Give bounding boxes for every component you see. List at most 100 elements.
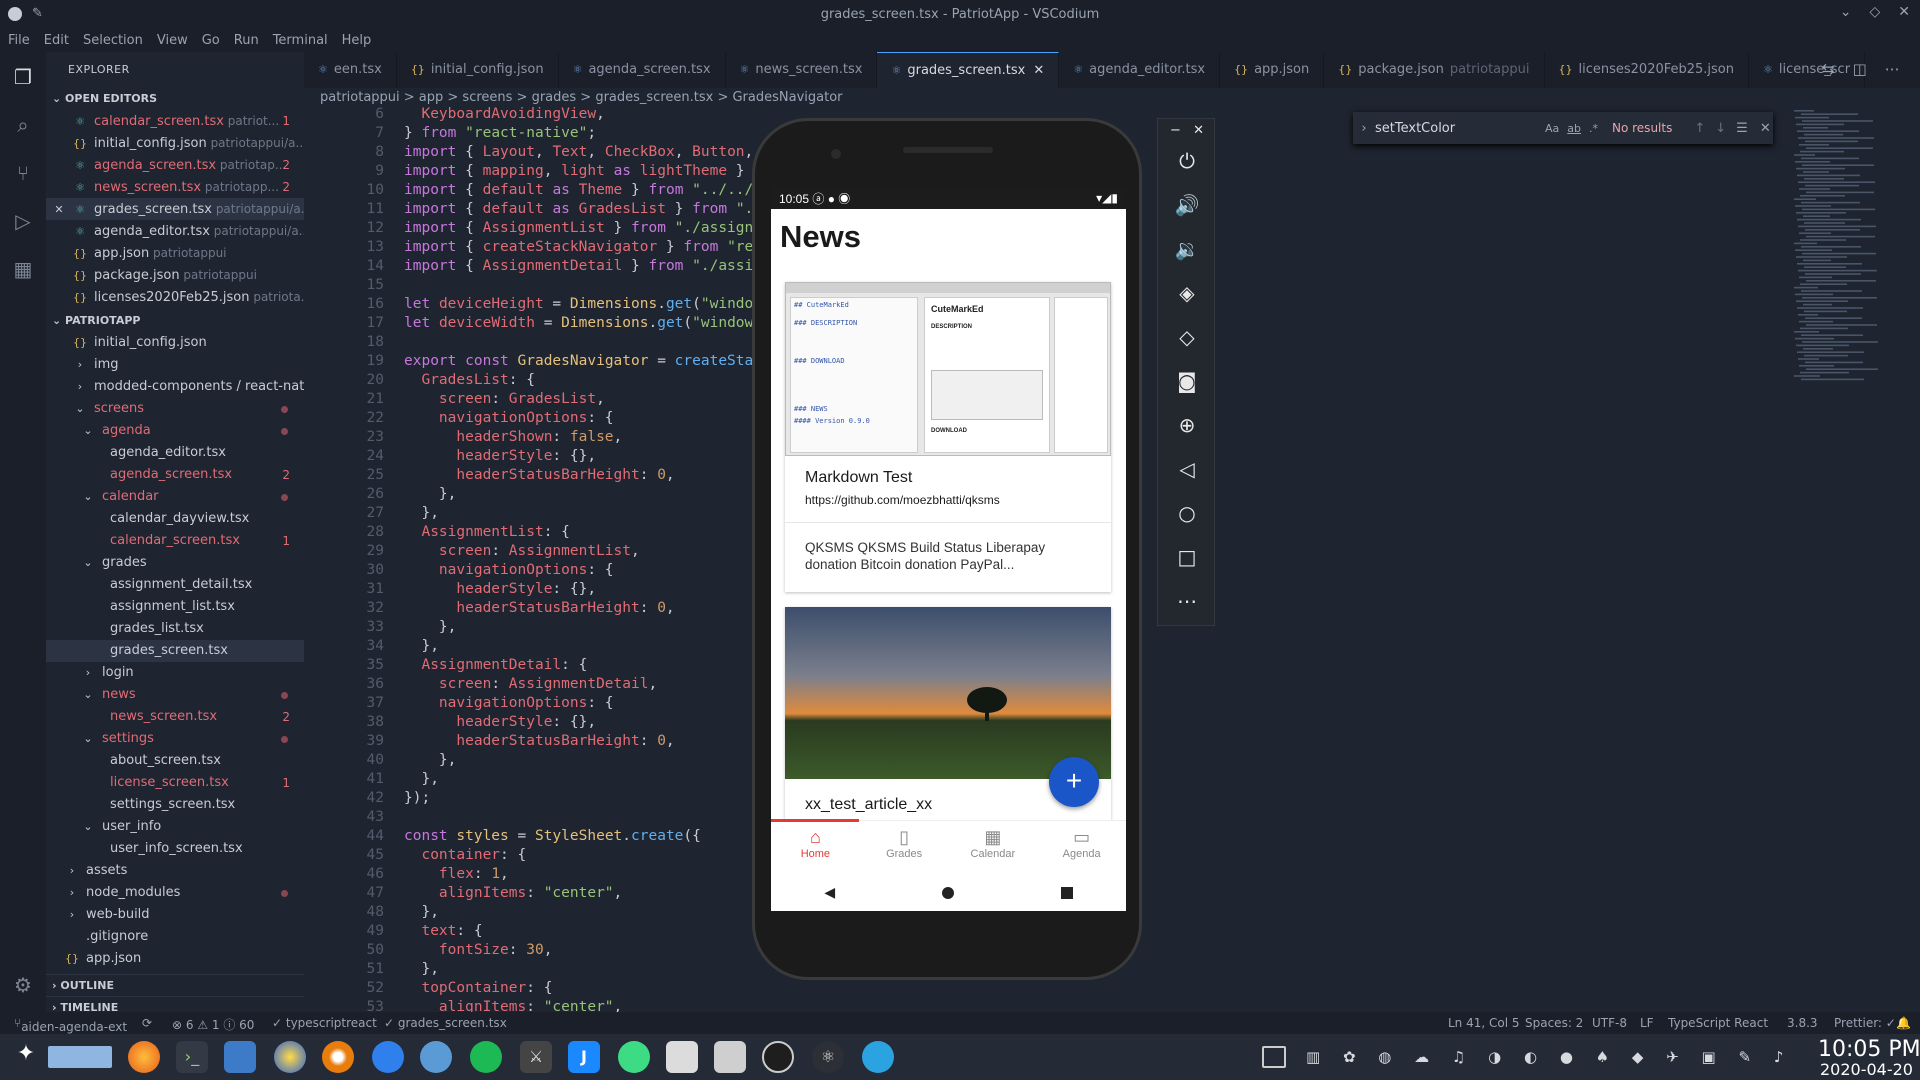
editor-tab[interactable]: ⚛ news_screen.tsx xyxy=(726,52,878,88)
previous-match-icon[interactable]: ↑ xyxy=(1694,121,1705,136)
emu-more-icon[interactable]: ⋯ xyxy=(1158,581,1216,621)
tree-folder[interactable]: › assets xyxy=(46,860,304,882)
rotate-left-icon[interactable]: ◈ xyxy=(1158,273,1216,313)
tree-folder[interactable]: › modded-components / react-nati... xyxy=(46,376,304,398)
code-line[interactable]: headerStyle: {}, xyxy=(404,581,596,597)
project-header[interactable]: ⌄ PATRIOTAPP xyxy=(46,310,304,332)
problems-status[interactable]: ⊗ 6 ⚠ 1 ⓘ 60 xyxy=(172,1016,254,1033)
close-tab-icon[interactable]: ✕ xyxy=(1033,63,1044,78)
obs-icon[interactable] xyxy=(762,1041,794,1073)
menu-edit[interactable]: Edit xyxy=(42,33,75,48)
open-editor-item[interactable]: {} licenses2020Feb25.json patriota... xyxy=(46,286,304,308)
davinci-icon[interactable] xyxy=(274,1041,306,1073)
close-icon[interactable]: ✕ xyxy=(1898,4,1910,20)
game-icon[interactable]: ⚔ xyxy=(520,1041,552,1073)
bottom-tab-agenda[interactable]: ▭ Agenda xyxy=(1042,827,1122,860)
code-line[interactable]: flex: 1, xyxy=(404,866,509,882)
menu-help[interactable]: Help xyxy=(340,33,378,48)
open-editor-item[interactable]: ⚛ agenda_editor.tsx patriotappui/a... xyxy=(46,220,304,242)
tree-file[interactable]: {} app.json xyxy=(46,948,304,970)
firefox-icon[interactable] xyxy=(128,1041,160,1073)
emu-back-icon[interactable]: ◁ xyxy=(1158,449,1216,489)
eol-status[interactable]: LF xyxy=(1640,1016,1654,1030)
code-line[interactable]: navigationOptions: { xyxy=(404,410,614,426)
menu-run[interactable]: Run xyxy=(232,33,265,48)
code-line[interactable]: headerStatusBarHeight: 0, xyxy=(404,600,674,616)
zoom-icon[interactable]: ⊕ xyxy=(1158,405,1216,445)
card-url[interactable]: https://github.com/moezbhatti/qksms xyxy=(805,493,1000,507)
language-status[interactable]: TypeScript React xyxy=(1668,1016,1768,1030)
document-icon[interactable] xyxy=(666,1041,698,1073)
editor-tab[interactable]: ⚛ agenda_screen.tsx xyxy=(559,52,726,88)
tree-file[interactable]: calendar_dayview.tsx xyxy=(46,508,304,530)
code-line[interactable]: container: { xyxy=(404,847,526,863)
editor-tab[interactable]: ⚛ grades_screen.tsx ✕ xyxy=(877,52,1060,88)
open-editor-item[interactable]: ✕ ⚛ grades_screen.tsx patriotappui/a... xyxy=(46,198,304,220)
emu-home-icon[interactable]: ○ xyxy=(1158,493,1216,533)
minimize-icon[interactable]: ⌄ xyxy=(1840,4,1852,20)
code-line[interactable]: headerStyle: {}, xyxy=(404,714,596,730)
spotify-icon[interactable] xyxy=(470,1041,502,1073)
bottom-tab-grades[interactable]: ▯ Grades xyxy=(864,827,944,860)
code-line[interactable]: }, xyxy=(404,752,456,768)
code-line[interactable]: headerShown: false, xyxy=(404,429,622,445)
split-editor-icon[interactable]: ◫ xyxy=(1853,60,1867,78)
camera-icon[interactable]: ◙ xyxy=(1158,361,1216,401)
tree-folder[interactable]: ⌄ screens xyxy=(46,398,304,420)
code-line[interactable]: let deviceHeight = Dimensions.get("windo… xyxy=(404,296,797,312)
code-line[interactable]: alignItems: "center", xyxy=(404,885,622,901)
code-line[interactable]: import { AssignmentList } from "./assign… xyxy=(404,220,797,236)
home-icon[interactable] xyxy=(941,887,954,899)
code-line[interactable]: fontSize: 30, xyxy=(404,942,553,958)
run-debug-icon[interactable]: ▷ xyxy=(10,208,36,234)
tree-file[interactable]: settings_screen.tsx xyxy=(46,794,304,816)
match-case-button[interactable]: Aa xyxy=(1545,122,1559,135)
editor-tab[interactable]: {} app.json xyxy=(1220,52,1325,88)
atom-icon[interactable]: ⚛ xyxy=(812,1041,844,1073)
indentation-status[interactable]: Spaces: 2 xyxy=(1525,1016,1583,1030)
tree-folder[interactable]: › login xyxy=(46,662,304,684)
code-line[interactable]: headerStatusBarHeight: 0, xyxy=(404,733,674,749)
code-line[interactable]: import { default as Theme } from "../../… xyxy=(404,182,797,198)
app-icon[interactable] xyxy=(420,1041,452,1073)
code-line[interactable]: KeyboardAvoidingView, xyxy=(404,106,604,122)
code-line[interactable]: import { AssignmentDetail } from "./assi… xyxy=(404,258,797,274)
code-line[interactable]: } from "react-native"; xyxy=(404,125,596,141)
code-line[interactable]: }); xyxy=(404,790,430,806)
compare-icon[interactable]: ⇆ xyxy=(1822,60,1835,78)
clock-time[interactable]: 10:05 PM xyxy=(1818,1037,1920,1062)
tree-file[interactable]: grades_screen.tsx xyxy=(46,640,304,662)
tree-file[interactable]: user_info_screen.tsx xyxy=(46,838,304,860)
code-line[interactable]: }, xyxy=(404,619,456,635)
volume-up-icon[interactable]: 🔊 xyxy=(1158,185,1216,225)
open-editor-item[interactable]: {} package.json patriotappui xyxy=(46,264,304,286)
menu-file[interactable]: File xyxy=(6,33,36,48)
maximize-icon[interactable]: ◇ xyxy=(1869,4,1880,20)
tree-folder[interactable]: › web-build xyxy=(46,904,304,926)
lint-status[interactable]: ✓ typescriptreact xyxy=(272,1016,377,1030)
tree-file[interactable]: grades_list.tsx xyxy=(46,618,304,640)
prettier-status[interactable]: Prettier: ✓ xyxy=(1834,1016,1896,1030)
match-word-button[interactable]: ab xyxy=(1567,122,1581,135)
settings-gear-icon[interactable]: ⚙ xyxy=(10,972,36,998)
open-editor-item[interactable]: {} initial_config.json patriotappui/a... xyxy=(46,132,304,154)
files-icon[interactable]: ❐ xyxy=(10,64,36,90)
regex-button[interactable]: .* xyxy=(1589,122,1598,135)
back-icon[interactable]: ◀ xyxy=(824,885,835,901)
more-actions-icon[interactable]: ⋯ xyxy=(1885,60,1900,78)
code-line[interactable]: }, xyxy=(404,486,456,502)
files-app-icon[interactable] xyxy=(224,1041,256,1073)
menu-terminal[interactable]: Terminal xyxy=(271,33,334,48)
start-menu-icon[interactable]: ✦ xyxy=(10,1041,42,1073)
news-card[interactable]: ## CuteMarkEd ### DESCRIPTION ### DOWNLO… xyxy=(785,282,1111,592)
bottom-tab-calendar[interactable]: ▦ Calendar xyxy=(953,827,1033,860)
code-line[interactable]: screen: GradesList, xyxy=(404,391,605,407)
tree-file[interactable]: calendar_screen.tsx 1 xyxy=(46,530,304,552)
open-editor-item[interactable]: {} app.json patriotappui xyxy=(46,242,304,264)
timeline-header[interactable]: › TIMELINE xyxy=(46,996,304,1012)
emulator-close-icon[interactable]: ✕ xyxy=(1158,119,1216,141)
editor-tab[interactable]: {} package.json patriotappui xyxy=(1324,52,1545,88)
tree-folder[interactable]: ⌄ calendar xyxy=(46,486,304,508)
clock-date[interactable]: 2020-04-20 xyxy=(1820,1060,1913,1079)
code-line[interactable]: screen: AssignmentList, xyxy=(404,543,640,559)
